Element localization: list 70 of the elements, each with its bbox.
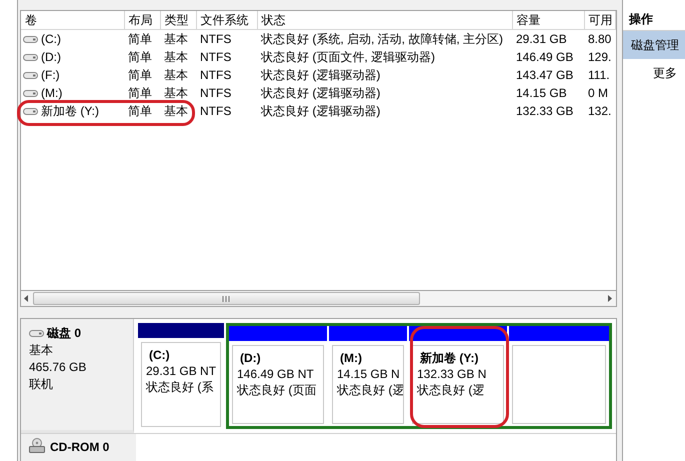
table-cell-text: 143.47 GB (515, 67, 574, 84)
partition-label: (D:) (239, 350, 262, 366)
disk-name[interactable]: 磁盘 0 (29, 325, 125, 342)
disk-info: 465.76 GB (29, 359, 88, 376)
column-header[interactable]: 文件系统 (196, 11, 257, 30)
table-cell-text: 基本 (163, 85, 189, 102)
drive-icon (23, 53, 38, 62)
volume-name[interactable]: (M:) (23, 86, 62, 100)
volume-name[interactable]: (D:) (23, 50, 61, 64)
table-cell-text: 状态良好 (页面文件, 逻辑驱动器) (260, 49, 436, 66)
drive-icon (23, 89, 38, 98)
table-cell-text: 基本 (163, 67, 189, 84)
table-cell: 简单 (124, 30, 160, 48)
table-cell: NTFS (196, 30, 257, 48)
table-cell-text: 0 M (587, 85, 610, 102)
partition-size: 132.33 GB N (417, 366, 488, 382)
partition-status: 状态良好 (页面 (237, 382, 318, 398)
volume-name[interactable]: 新加卷 (Y:) (23, 104, 100, 118)
cd-drive-icon (29, 438, 45, 453)
table-cell-text: NTFS (199, 67, 232, 84)
drive-icon (29, 329, 44, 338)
partition[interactable] (509, 326, 609, 426)
partition-status: 状态良好 (系 (146, 379, 214, 395)
scroll-right-icon[interactable] (608, 295, 613, 302)
drive-icon (23, 107, 38, 116)
table-cell-text: 状态良好 (逻辑驱动器) (260, 67, 382, 84)
column-header[interactable]: 可用 (584, 11, 615, 30)
table-cell-text: 基本 (163, 103, 189, 120)
table-cell-text: 146.49 GB (515, 49, 574, 66)
table-cell-text: NTFS (199, 85, 232, 102)
table-cell: 基本 (160, 30, 196, 48)
column-header[interactable]: 类型 (160, 11, 196, 30)
volume-name[interactable]: (C:) (23, 32, 61, 46)
table-cell: 29.31 GB (512, 30, 584, 48)
column-header[interactable]: 状态 (257, 11, 512, 30)
action-item[interactable]: 更多 (623, 59, 685, 87)
partition-label: (M:) (339, 350, 363, 366)
table-cell: 8.80 (584, 30, 615, 48)
disk-info: 联机 (29, 376, 54, 393)
volume-name[interactable]: (F:) (23, 68, 60, 82)
table-cell-text: 132.33 GB (515, 103, 574, 120)
column-header[interactable]: 布局 (124, 11, 160, 30)
table-cell-text: 基本 (163, 49, 189, 66)
action-item[interactable]: 磁盘管理 (623, 31, 685, 59)
table-cell-text: 状态良好 (逻辑驱动器) (260, 103, 382, 120)
table-cell-text: NTFS (199, 103, 232, 120)
column-header[interactable]: 容量 (512, 11, 584, 30)
partition-size: 29.31 GB NT (146, 363, 216, 379)
partition-status: 状态良好 (逻 (417, 382, 486, 398)
table-cell-text: NTFS (199, 49, 232, 66)
table-cell-text: 简单 (127, 67, 153, 84)
grip-icon (222, 296, 231, 302)
partition-size: 14.15 GB N (337, 366, 399, 382)
column-header[interactable]: 卷 (21, 11, 124, 30)
drive-icon (23, 35, 38, 44)
table-cell: 状态良好 (系统, 启动, 活动, 故障转储, 主分区) (257, 30, 512, 48)
disk-info: 基本 (29, 342, 54, 359)
table-cell-text: 简单 (127, 103, 153, 120)
partition-label: 新加卷 (Y:) (419, 350, 480, 366)
scroll-left-icon[interactable] (24, 295, 29, 302)
table-cell-text: 简单 (127, 49, 153, 66)
drive-icon (23, 71, 38, 80)
table-cell-text: 简单 (127, 85, 153, 102)
table-cell-text: 状态良好 (逻辑驱动器) (260, 85, 382, 102)
partition-size: 146.49 GB NT (237, 366, 315, 382)
partition-label: (C:) (148, 347, 171, 363)
table-cell-text: 129. (587, 49, 612, 66)
table-cell-text: 111. (587, 67, 611, 84)
table-cell-text: 14.15 GB (515, 85, 568, 102)
table-cell-text: 132. (587, 103, 612, 120)
